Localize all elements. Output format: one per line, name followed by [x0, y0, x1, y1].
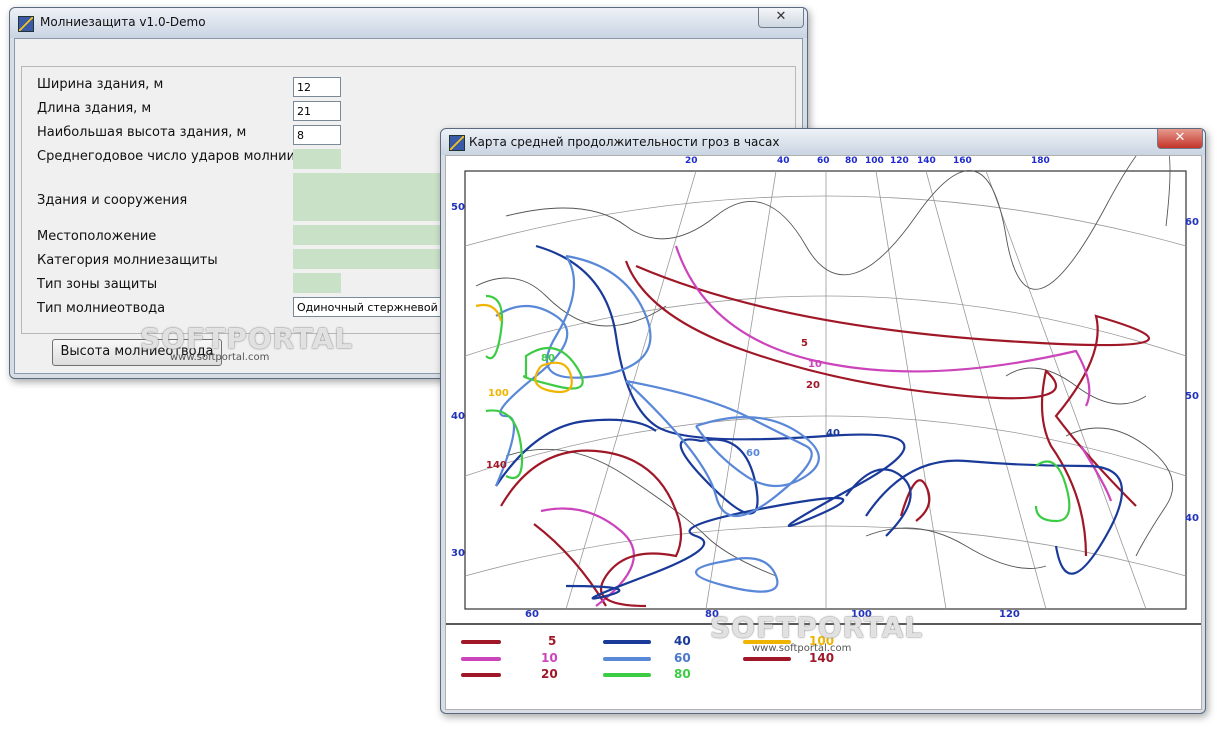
contour-label: 80	[541, 353, 555, 364]
right-tick: 50	[1185, 391, 1199, 402]
bottom-tick: 120	[999, 609, 1020, 620]
top-tick: 60	[817, 156, 830, 166]
right-tick: 40	[1185, 513, 1199, 524]
legend-line-80	[603, 673, 651, 677]
legend-value-40: 40	[674, 634, 691, 648]
main-title-bar[interactable]: Молниезащита v1.0-Demo ✕	[10, 8, 807, 38]
height-label: Наибольшая высота здания, м	[37, 125, 247, 140]
map-window-title: Карта средней продолжительности гроз в ч…	[469, 135, 780, 149]
strikes-output	[293, 149, 341, 169]
category-label: Категория молниезащиты	[37, 253, 218, 268]
width-label: Ширина здания, м	[37, 77, 164, 92]
top-tick: 140	[917, 156, 936, 166]
rod-type-select[interactable]: Одиночный стержневой молниеотвод	[293, 297, 443, 317]
height-input[interactable]: 8	[293, 125, 341, 145]
top-tick: 100	[865, 156, 884, 166]
lightning-app-icon	[18, 16, 34, 32]
zone-type-output	[293, 273, 341, 293]
contour-label: 60	[746, 448, 760, 459]
location-output	[293, 225, 443, 245]
close-icon: ✕	[775, 9, 787, 24]
top-tick: 40	[777, 156, 790, 166]
top-tick: 180	[1031, 156, 1050, 166]
lightning-app-icon	[449, 135, 465, 151]
contour-label: 10	[808, 359, 822, 370]
legend-value-60: 60	[674, 651, 691, 665]
zone-type-label: Тип зоны защиты	[37, 277, 158, 292]
legend-line-5	[461, 640, 501, 644]
legend-value-80: 80	[674, 667, 691, 681]
top-tick: 160	[953, 156, 972, 166]
right-tick: 60	[1185, 217, 1199, 228]
top-tick: 120	[890, 156, 909, 166]
contour-label: 40	[826, 428, 840, 439]
contour-label: 20	[806, 380, 820, 391]
watermark-url-2: www.softportal.com	[752, 643, 852, 654]
legend-line-40	[603, 640, 651, 644]
buildings-label: Здания и сооружения	[37, 193, 188, 208]
map-title-bar[interactable]: Карта средней продолжительности гроз в ч…	[441, 129, 1205, 155]
watermark-logo-1: SOFTPORTAL	[140, 322, 354, 355]
close-icon: ✕	[1174, 130, 1186, 145]
contour-label: 100	[488, 388, 509, 399]
left-tick: 40	[451, 411, 465, 422]
main-window-title: Молниезащита v1.0-Demo	[40, 15, 206, 29]
contour-label: 140	[486, 460, 507, 471]
legend-line-60	[603, 657, 651, 661]
length-input[interactable]: 21	[293, 101, 341, 121]
category-output	[293, 249, 443, 269]
legend-value-10: 10	[541, 651, 558, 665]
legend-line-20	[461, 673, 501, 677]
length-label: Длина здания, м	[37, 101, 152, 116]
bottom-tick: 60	[525, 609, 539, 620]
left-tick: 50	[451, 202, 465, 213]
top-tick: 20	[685, 156, 698, 166]
legend-line-140	[743, 657, 791, 661]
map-close-button[interactable]: ✕	[1157, 129, 1203, 149]
top-tick: 80	[845, 156, 858, 166]
legend-value-20: 20	[541, 667, 558, 681]
left-tick: 30	[451, 548, 465, 559]
strikes-label: Среднегодовое число ударов молнии	[37, 149, 296, 164]
map-frame	[464, 170, 1187, 610]
main-close-button[interactable]: ✕	[758, 8, 804, 28]
legend-value-5: 5	[548, 634, 557, 648]
watermark-logo-2: SOFTPORTAL	[710, 611, 924, 644]
watermark-url-1: www.softportal.com	[170, 352, 270, 363]
location-label: Местоположение	[37, 229, 157, 244]
width-input[interactable]: 12	[293, 77, 341, 97]
contour-label: 5	[801, 338, 808, 349]
rod-type-label: Тип молниеотвода	[37, 301, 166, 316]
legend-line-10	[461, 657, 501, 661]
buildings-output	[293, 173, 443, 221]
